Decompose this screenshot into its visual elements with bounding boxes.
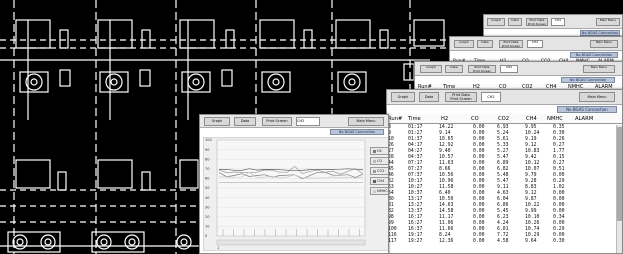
y-tick-label: 0 [205, 234, 207, 238]
x-scrollbar[interactable] [216, 239, 366, 246]
graph-window[interactable]: Graph Data Print Screen CH2 Main Menu No… [199, 114, 389, 254]
y-tick-label: 80 [205, 157, 209, 161]
print-buttons[interactable]: Print Data Print Screen [499, 40, 523, 48]
legend-label: NMHC [377, 189, 388, 193]
legend-swatch [373, 190, 376, 193]
graph-button[interactable]: Graph [204, 117, 230, 126]
graph-button[interactable]: Graph [454, 40, 474, 48]
table-cell: 4.58 [497, 239, 509, 244]
table-cell: 117 [388, 239, 397, 244]
y-tick-label: 70 [205, 167, 209, 171]
scrollbar-thumb[interactable] [617, 127, 622, 221]
table-cell: 19:27 [408, 239, 423, 244]
legend-item-co[interactable]: CO [370, 157, 388, 165]
connection-status: No BGAS Connection [330, 129, 384, 135]
graph-button[interactable]: Graph [420, 65, 442, 73]
legend-item-h2[interactable]: H2 [370, 147, 388, 155]
table-row: 117 19:27 12.36 0.00 4.58 9.64 0.30 [387, 239, 622, 245]
col-co2: CO2 [498, 116, 510, 122]
data-table-body: 8 01:17 14.22 0.00 6.93 9.95 0.35 9 01:27 9.14 0.0… [387, 125, 622, 245]
y-tick-label: 10 [205, 225, 209, 229]
scrollbar[interactable] [616, 125, 622, 253]
legend-swatch [373, 150, 376, 153]
legend-label: CO2 [377, 169, 385, 173]
connection-status: No BGAS Connection [557, 106, 617, 113]
x-scroll-label: 1 [217, 246, 219, 250]
print-screen-button[interactable]: Print Screen [262, 117, 292, 126]
graph-button[interactable]: Graph [391, 92, 415, 102]
data-button[interactable]: Data [508, 18, 522, 26]
main-menu-button[interactable]: Main Menu [583, 65, 615, 73]
col-run: Run# [388, 116, 403, 122]
y-tick-label: 30 [205, 205, 209, 209]
y-tick-label: 60 [205, 177, 209, 181]
y-tick-label: 40 [205, 196, 209, 200]
channel-field[interactable]: CH2 [481, 92, 501, 102]
column-header: Run# Time H2 CO CO2 CH4 NMHC ALARM [387, 114, 622, 124]
legend-swatch [373, 160, 376, 163]
legend-item-co2[interactable]: CO2 [370, 167, 388, 175]
gas-trend-chart: 1009080706050403020100 1 [203, 137, 388, 251]
print-buttons[interactable]: Print Data Print Screen [445, 92, 477, 102]
legend-label: CH4 [377, 179, 385, 183]
legend-label: CO [377, 159, 383, 163]
y-tick-label: 20 [205, 215, 209, 219]
table-cell: 12.36 [439, 239, 454, 244]
legend-item-ch4[interactable]: CH4 [370, 177, 388, 185]
col-ch4: CH4 [526, 116, 537, 122]
main-menu-button[interactable]: Main Menu [348, 117, 384, 126]
main-menu-button[interactable]: Main Menu [579, 92, 615, 102]
legend-label: H2 [377, 149, 382, 153]
table-cell: 0.30 [553, 239, 565, 244]
connection-status: No BGAS Connection [570, 52, 618, 58]
col-alarm: ALARM [575, 116, 594, 122]
y-tick-label: 50 [205, 186, 209, 190]
col-h2: H2 [441, 116, 449, 122]
connection-status: No BGAS Connection [561, 77, 615, 83]
y-tick-label: 100 [205, 138, 212, 142]
main-menu-button[interactable]: Main Menu [590, 40, 618, 48]
data-button[interactable]: Data [419, 92, 439, 102]
col-time: Time [408, 116, 421, 122]
graph-button[interactable]: Graph [487, 18, 505, 26]
legend-swatch [373, 170, 376, 173]
y-tick-label: 90 [205, 148, 209, 152]
table-cell: 0.00 [473, 239, 485, 244]
table-cell: 9.64 [525, 239, 537, 244]
data-window-main[interactable]: Graph Data Print Data Print Screen CH2 M… [386, 89, 623, 254]
col-nmhc: NMHC [547, 116, 563, 122]
channel-field[interactable]: CH2 [296, 117, 320, 126]
data-button[interactable]: Data [445, 65, 463, 73]
legend-item-nmhc[interactable]: NMHC [370, 187, 388, 195]
print-buttons[interactable]: Print Data Print Screen [526, 18, 548, 26]
channel-field[interactable]: CH2 [500, 65, 518, 73]
data-button[interactable]: Data [477, 40, 493, 48]
main-menu-button[interactable]: Main Menu [596, 18, 620, 26]
channel-field[interactable]: CH2 [527, 40, 543, 48]
col-co: CO [471, 116, 479, 122]
legend-swatch [373, 180, 376, 183]
data-button[interactable]: Data [234, 117, 256, 126]
channel-field[interactable]: CH2 [551, 18, 565, 26]
print-buttons[interactable]: Print Data Print Screen [468, 65, 496, 73]
